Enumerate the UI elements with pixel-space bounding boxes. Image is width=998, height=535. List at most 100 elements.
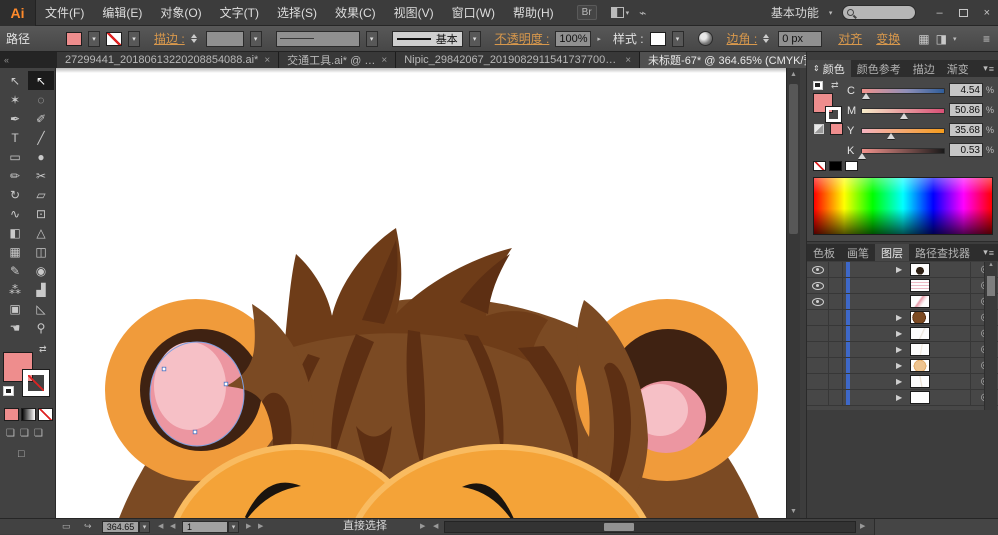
fill-dropdown-icon[interactable]: ▾ bbox=[88, 31, 100, 47]
stroke-proxy-swatch[interactable] bbox=[23, 370, 49, 396]
pencil-tool[interactable]: ✏ bbox=[2, 166, 28, 185]
layer-thumbnail[interactable] bbox=[910, 375, 930, 388]
cyan-value-field[interactable]: 4.54 bbox=[949, 83, 983, 97]
slice-tool[interactable]: ◺ bbox=[28, 299, 54, 318]
lock-cell[interactable] bbox=[829, 358, 843, 373]
status-expand-icon[interactable]: ▶ bbox=[420, 519, 425, 534]
layer-row-6[interactable]: ▶ ◎ bbox=[807, 342, 998, 358]
free-transform-tool[interactable]: ⊡ bbox=[28, 204, 54, 223]
scale-tool[interactable]: ▱ bbox=[28, 185, 54, 204]
visibility-eye-icon[interactable] bbox=[812, 298, 824, 306]
toolbar-collapse-icon[interactable]: « bbox=[0, 52, 57, 68]
document-tab-1[interactable]: 27299441_20180613220208854088.ai*× bbox=[57, 52, 279, 68]
default-fill-stroke-icon[interactable] bbox=[3, 386, 14, 396]
layer-thumbnail[interactable] bbox=[910, 343, 930, 356]
tab-close-icon[interactable]: × bbox=[625, 55, 631, 66]
workspace-dropdown-icon[interactable]: ▾ bbox=[829, 9, 833, 17]
next-artboard-icon[interactable]: ▶ bbox=[246, 519, 251, 534]
lock-cell[interactable] bbox=[829, 262, 843, 277]
status-icon-b[interactable]: ↪ bbox=[84, 519, 92, 534]
first-artboard-icon[interactable]: ◀ bbox=[158, 519, 163, 534]
zoom-dropdown-icon[interactable]: ▾ bbox=[139, 521, 150, 533]
layer-thumbnail[interactable] bbox=[910, 279, 930, 292]
width-profile-dropdown-icon[interactable]: ▾ bbox=[366, 31, 378, 47]
corner-link[interactable]: 边角 : bbox=[727, 30, 758, 47]
menu-object[interactable]: 对象(O) bbox=[151, 0, 210, 26]
expand-triangle-icon[interactable]: ▶ bbox=[896, 313, 902, 322]
expand-triangle-icon[interactable]: ▶ bbox=[896, 265, 902, 274]
type-tool[interactable]: T bbox=[2, 128, 28, 147]
stroke-color-swatch[interactable] bbox=[106, 32, 122, 46]
yellow-value-field[interactable]: 35.68 bbox=[949, 123, 983, 137]
expand-triangle-icon[interactable]: ▶ bbox=[896, 361, 902, 370]
tab-gradient[interactable]: 渐变 bbox=[941, 60, 975, 77]
layer-row-7[interactable]: ▶ ◎ bbox=[807, 358, 998, 374]
tab-color[interactable]: ⇕颜色 bbox=[807, 60, 851, 77]
layer-row-2[interactable]: ▶ ◎ bbox=[807, 278, 998, 294]
document-tab-3[interactable]: Nipic_29842067_20190829115417377000.ai*× bbox=[396, 52, 640, 68]
workspace-switcher[interactable]: 基本功能 bbox=[771, 4, 819, 21]
opacity-spinner-icon[interactable]: ▸ bbox=[597, 35, 601, 43]
mesh-tool[interactable]: ▦ bbox=[2, 242, 28, 261]
width-tool[interactable]: ∿ bbox=[2, 204, 28, 223]
rotate-tool[interactable]: ↻ bbox=[2, 185, 28, 204]
canvas-artboard[interactable] bbox=[56, 68, 786, 518]
artboard-dropdown-icon[interactable]: ▾ bbox=[228, 521, 239, 533]
yellow-slider[interactable] bbox=[861, 128, 945, 134]
layer-thumbnail[interactable] bbox=[910, 391, 930, 404]
color-spectrum-bar[interactable] bbox=[813, 177, 993, 235]
lock-cell[interactable] bbox=[829, 390, 843, 405]
lock-cell[interactable] bbox=[829, 294, 843, 309]
recolor-artwork-icon[interactable] bbox=[698, 31, 713, 46]
black-value-field[interactable]: 0.53 bbox=[949, 143, 983, 157]
tab-swatches[interactable]: 色板 bbox=[807, 244, 841, 261]
align-link[interactable]: 对齐 bbox=[838, 30, 862, 47]
cs-live-icon[interactable]: ⌁ bbox=[639, 6, 646, 20]
style-swatch[interactable] bbox=[650, 32, 666, 46]
layer-row-8[interactable]: ▶ ◎ bbox=[807, 374, 998, 390]
opacity-link[interactable]: 不透明度 : bbox=[495, 30, 550, 47]
draw-behind-button[interactable]: ❏ bbox=[20, 428, 29, 439]
swap-fill-stroke-icon[interactable]: ⇄ bbox=[831, 80, 839, 91]
layer-thumbnail[interactable] bbox=[910, 327, 930, 340]
previous-artboard-icon[interactable]: ◀ bbox=[170, 519, 175, 534]
gamut-color-swatch[interactable] bbox=[830, 123, 843, 135]
screen-mode-button[interactable]: □ bbox=[18, 448, 25, 460]
graph-tool[interactable]: ▟ bbox=[28, 280, 54, 299]
document-tab-2[interactable]: 交通工具.ai* @ …× bbox=[279, 52, 396, 68]
panel-menu-icon[interactable]: ≡ bbox=[989, 64, 994, 74]
stroke-weight-dropdown-icon[interactable]: ▾ bbox=[250, 31, 262, 47]
panel-dropdown-icon[interactable]: ▾ bbox=[983, 63, 988, 74]
hand-tool[interactable]: ☚ bbox=[2, 318, 28, 337]
menu-file[interactable]: 文件(F) bbox=[36, 0, 93, 26]
hscroll-right-icon[interactable]: ▶ bbox=[860, 519, 865, 534]
gamut-warning-icon[interactable] bbox=[814, 124, 824, 134]
brush-definition-select[interactable]: 基本 bbox=[392, 31, 463, 47]
layers-scroll-thumb[interactable] bbox=[987, 276, 995, 296]
pen-tool[interactable]: ✒ bbox=[2, 109, 28, 128]
bridge-button[interactable]: Br bbox=[577, 5, 597, 20]
opacity-field[interactable]: 100% bbox=[555, 31, 591, 47]
layer-thumbnail[interactable] bbox=[910, 263, 930, 276]
scroll-up-icon[interactable]: ▲ bbox=[988, 262, 994, 268]
menu-effect[interactable]: 效果(C) bbox=[326, 0, 385, 26]
search-input[interactable] bbox=[842, 5, 916, 20]
artboard-tool[interactable]: ▣ bbox=[2, 299, 28, 318]
draw-normal-button[interactable]: ❏ bbox=[6, 428, 15, 439]
none-swatch[interactable] bbox=[813, 161, 826, 171]
selection-tool[interactable]: ↖ bbox=[2, 71, 28, 90]
style-dropdown-icon[interactable]: ▾ bbox=[672, 31, 684, 47]
magenta-slider[interactable] bbox=[861, 108, 945, 114]
expand-triangle-icon[interactable]: ▶ bbox=[896, 329, 902, 338]
symbol-sprayer-tool[interactable]: ⁂ bbox=[2, 280, 28, 299]
last-artboard-icon[interactable]: ▶ bbox=[258, 519, 263, 534]
slider-thumb[interactable] bbox=[900, 113, 908, 119]
rectangle-tool[interactable]: ▭ bbox=[2, 147, 28, 166]
white-swatch[interactable] bbox=[845, 161, 858, 171]
lasso-tool[interactable]: ◌ bbox=[28, 90, 54, 109]
artboard-number-field[interactable]: 1 bbox=[182, 521, 228, 533]
none-button[interactable] bbox=[38, 408, 53, 421]
slider-thumb[interactable] bbox=[887, 133, 895, 139]
corner-stepper[interactable] bbox=[763, 34, 772, 43]
layer-row-5[interactable]: ▶ ◎ bbox=[807, 326, 998, 342]
